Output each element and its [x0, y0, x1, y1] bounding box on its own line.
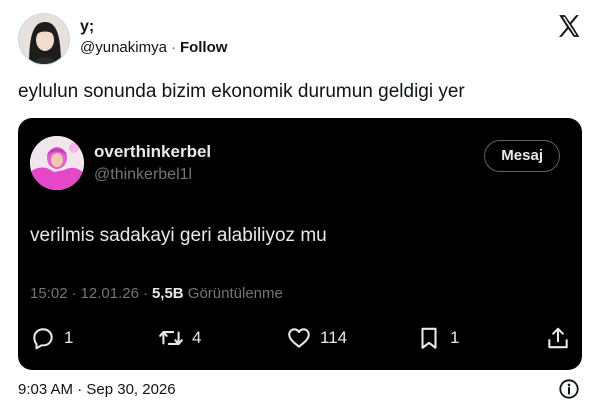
message-button[interactable]: Mesaj — [484, 140, 560, 172]
reply-count: 1 — [64, 328, 74, 347]
views-count: 5,5B — [151, 285, 184, 302]
share-icon — [548, 327, 568, 349]
bookmark-count: 1 — [450, 328, 460, 347]
quoted-date[interactable]: 12.01.26 — [81, 285, 139, 302]
meta-separator: · — [142, 285, 148, 302]
tweet-timestamp[interactable]: 9:03 AM · Sep 30, 2026 — [18, 380, 176, 400]
like-button[interactable]: 114 — [286, 324, 347, 352]
author-handle[interactable]: @yunakimya — [80, 39, 167, 56]
author-display-name[interactable]: y; — [80, 17, 227, 37]
reply-button[interactable]: 1 — [30, 324, 73, 352]
quoted-handle[interactable]: @thinkerbel1l — [94, 165, 192, 185]
author-avatar[interactable] — [18, 13, 70, 65]
bookmark-icon — [421, 327, 437, 349]
repost-count: 4 — [192, 328, 202, 347]
quoted-display-name[interactable]: overthinkerbel — [94, 142, 211, 162]
meta-separator: · — [71, 285, 77, 302]
quoted-tweet-card[interactable]: overthinkerbel @thinkerbel1l Mesaj veril… — [18, 118, 582, 370]
action-bar: 1 4 114 1 — [18, 324, 582, 352]
tweet-header: y; @yunakimya · Follow — [18, 13, 582, 65]
quoted-tweet-text: verilmis sadakayi geri alabiliyoz mu — [30, 225, 327, 246]
heart-icon — [288, 328, 310, 348]
share-button[interactable] — [545, 324, 571, 352]
info-icon[interactable] — [558, 378, 580, 400]
author-name-block: y; @yunakimya · Follow — [80, 17, 227, 58]
quoted-time[interactable]: 15:02 — [30, 285, 68, 302]
repost-icon — [159, 331, 183, 345]
views-label: Görüntülenme — [187, 285, 283, 302]
quoted-meta: 15:02 · 12.01.26 · 5,5B Görüntülenme — [30, 284, 283, 304]
tweet-text: eylulun sonunda bizim ekonomik durumun g… — [18, 81, 465, 102]
repost-button[interactable]: 4 — [158, 324, 201, 352]
quoted-avatar-image — [30, 136, 84, 190]
follow-button[interactable]: Follow — [180, 39, 228, 56]
bookmark-button[interactable]: 1 — [416, 324, 459, 352]
reply-icon — [33, 328, 53, 350]
handle-separator: · — [170, 39, 176, 56]
x-logo-icon[interactable] — [556, 13, 582, 39]
author-avatar-image — [19, 14, 69, 64]
like-count: 114 — [320, 328, 348, 347]
author-handle-line: @yunakimya · Follow — [80, 38, 227, 58]
quoted-avatar[interactable] — [30, 136, 84, 190]
